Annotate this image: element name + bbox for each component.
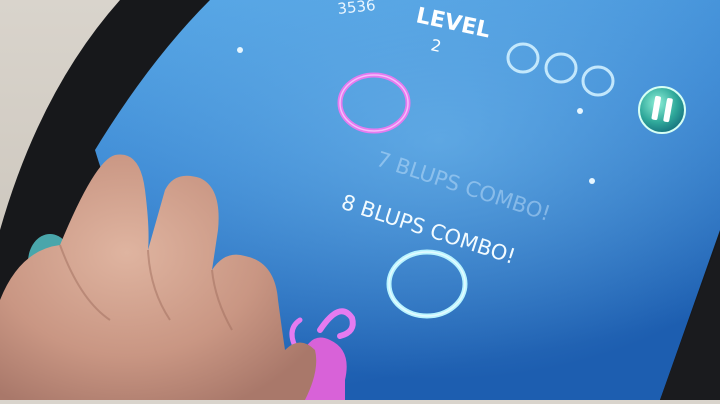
pause-button[interactable] [638, 86, 686, 134]
sparkle [237, 47, 243, 53]
sparkle [589, 178, 595, 184]
sparkle [577, 108, 583, 114]
tablet-photo: 3536 LEVEL 2 7 BLUPS COMBO! 8 BLUPS COMB… [0, 0, 720, 400]
scene: 3536 LEVEL 2 7 BLUPS COMBO! 8 BLUPS COMB… [0, 0, 720, 400]
